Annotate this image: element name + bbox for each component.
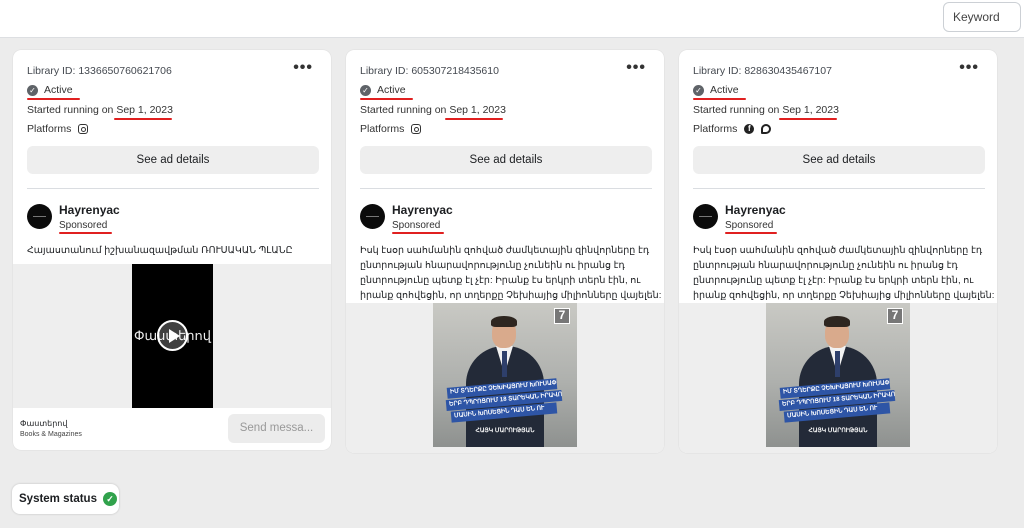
platforms-row: Platforms f: [693, 123, 772, 135]
status-row: ✓ Active: [360, 84, 406, 96]
start-date: Sep 1, 2023: [116, 104, 173, 116]
status-label: Active: [377, 84, 406, 96]
cta-subtitle: Books & Magazines: [20, 431, 82, 438]
play-icon[interactable]: [157, 320, 188, 351]
platforms-label: Platforms: [693, 123, 738, 135]
platforms-row: Platforms: [360, 123, 422, 135]
more-options-button[interactable]: •••: [959, 60, 979, 76]
cta-info: Փաստերով Books & Magazines: [20, 418, 82, 440]
facebook-icon: f: [744, 124, 755, 134]
red-annotation-underline: [392, 232, 444, 234]
divider: [693, 188, 985, 189]
messenger-icon: [761, 124, 772, 134]
ad-body-line: Իսկ էսօր սահմանին զոհված ժամկետային զինվ…: [693, 245, 983, 256]
see-ad-details-button[interactable]: See ad details: [360, 146, 652, 174]
status-row: ✓ Active: [693, 84, 739, 96]
person-tie: [835, 351, 840, 377]
ad-media: 7 ԻՄ ՏՂԵՐՔԸ ՉԵԽԻԱՅՈՒՄ ԽՈՒՍԱՓԵՑԻՆ ԵՆ, ԵՐԲ…: [679, 303, 997, 453]
sponsored-label: Sponsored: [392, 220, 441, 231]
system-status-label: System status: [19, 493, 97, 505]
ad-card: Library ID: 828630435467107 ••• ✓ Active…: [679, 50, 997, 453]
library-id: Library ID: 1336650760621706: [27, 65, 172, 77]
red-annotation-underline: [360, 98, 413, 100]
system-status-button[interactable]: System status ✓: [12, 484, 119, 514]
cta-title: Փաստերով: [20, 419, 68, 428]
page-name[interactable]: Hayrenyac: [59, 203, 120, 217]
platforms-label: Platforms: [360, 123, 405, 135]
red-annotation-underline: [445, 118, 503, 120]
page-name[interactable]: Hayrenyac: [725, 203, 786, 217]
start-label: Started running on: [360, 104, 450, 116]
instagram-icon: [78, 124, 89, 134]
ad-image[interactable]: 7 ԻՄ ՏՂԵՐՔԸ ՉԵԽԻԱՅՈՒՄ ԽՈՒՍԱՓԵՑԻՆ ԵՆ, ԵՐԲ…: [433, 303, 577, 447]
ad-body-line: ընտրությունը պետք էլ չէր: Իրանք էս երկրի…: [693, 275, 974, 286]
top-bar: [0, 0, 1024, 38]
platforms-row: Platforms: [27, 123, 89, 135]
keyword-search-input[interactable]: [943, 2, 1021, 32]
channel-logo: 7: [554, 308, 570, 324]
see-ad-details-button[interactable]: See ad details: [27, 146, 319, 174]
ad-media: Փաստերով: [13, 264, 331, 408]
ad-body-line: ընտրության հնարավորությունը չունեին ու ի…: [360, 260, 625, 271]
more-options-button[interactable]: •••: [626, 60, 646, 76]
ad-body-text: Հայաստանում իշխանազավթման ՌՈՒՍԱԿԱՆ ՊԼԱՆԸ: [27, 243, 293, 258]
ad-body-line: ընտրության հնարավորությունը չունեին ու ի…: [693, 260, 958, 271]
status-label: Active: [44, 84, 73, 96]
divider: [27, 188, 319, 189]
poster-caption: ՀԱՅԿ ՄԱՐՈՒԹՅԱՆ: [475, 428, 535, 434]
ad-card: Library ID: 605307218435610 ••• ✓ Active…: [346, 50, 664, 453]
red-annotation-underline: [114, 118, 172, 120]
start-date-row: Started running on Sep 1, 2023: [27, 104, 173, 116]
ad-body-text: Իսկ էսօր սահմանին զոհված ժամկետային զինվ…: [693, 243, 994, 303]
page-avatar[interactable]: [693, 204, 718, 229]
check-circle-icon: ✓: [360, 84, 371, 96]
red-annotation-underline: [27, 98, 80, 100]
check-circle-icon: ✓: [102, 492, 117, 506]
ad-card: Library ID: 1336650760621706 ••• ✓ Activ…: [13, 50, 331, 450]
person-hair: [824, 316, 850, 327]
ad-image[interactable]: 7 ԻՄ ՏՂԵՐՔԸ ՉԵԽԻԱՅՈՒՄ ԽՈՒՍԱՓԵՑԻՆ ԵՆ, ԵՐԲ…: [766, 303, 910, 447]
ad-body-line: Հայաստանում իշխանազավթման ՌՈՒՍԱԿԱՆ ՊԼԱՆԸ: [27, 245, 293, 256]
person-hair: [491, 316, 517, 327]
video-player[interactable]: Փաստերով: [132, 264, 213, 408]
ad-body-line: իրանք զոհվեցին, որ տղերքը Չեխիայից միլիո…: [360, 290, 662, 301]
red-annotation-underline: [725, 232, 777, 234]
ad-body-line: Իսկ էսօր սահմանին զոհված ժամկետային զինվ…: [360, 245, 650, 256]
ad-body-line: իրանք զոհվեցին, որ տղերքը Չեխիայից միլիո…: [693, 290, 995, 301]
ad-media: 7 ԻՄ ՏՂԵՐՔԸ ՉԵԽԻԱՅՈՒՄ ԽՈՒՍԱՓԵՑԻՆ ԵՆ, ԵՐԲ…: [346, 303, 664, 453]
sponsored-label: Sponsored: [725, 220, 774, 231]
ad-body-line: ընտրությունը պետք էլ չէր: Իրանք էս երկրի…: [360, 275, 641, 286]
start-date-row: Started running on Sep 1, 2023: [360, 104, 506, 116]
page-avatar[interactable]: [360, 204, 385, 229]
check-circle-icon: ✓: [693, 84, 704, 96]
status-label: Active: [710, 84, 739, 96]
ad-body-text: Իսկ էսօր սահմանին զոհված ժամկետային զինվ…: [360, 243, 661, 303]
page-name[interactable]: Hayrenyac: [392, 203, 453, 217]
library-id: Library ID: 605307218435610: [360, 65, 499, 77]
see-ad-details-button[interactable]: See ad details: [693, 146, 985, 174]
more-options-button[interactable]: •••: [293, 60, 313, 76]
instagram-icon: [411, 124, 422, 134]
channel-logo: 7: [887, 308, 903, 324]
divider: [360, 188, 652, 189]
status-row: ✓ Active: [27, 84, 73, 96]
send-message-button[interactable]: Send messa...: [228, 414, 325, 443]
start-label: Started running on: [27, 104, 117, 116]
sponsored-label: Sponsored: [59, 220, 108, 231]
platforms-label: Platforms: [27, 123, 72, 135]
start-date: Sep 1, 2023: [782, 104, 839, 116]
start-date: Sep 1, 2023: [449, 104, 506, 116]
page-avatar[interactable]: [27, 204, 52, 229]
red-annotation-underline: [59, 232, 112, 234]
library-id: Library ID: 828630435467107: [693, 65, 832, 77]
red-annotation-underline: [779, 118, 837, 120]
start-label: Started running on: [693, 104, 783, 116]
person-tie: [502, 351, 507, 377]
poster-caption: ՀԱՅԿ ՄԱՐՈՒԹՅԱՆ: [808, 428, 868, 434]
start-date-row: Started running on Sep 1, 2023: [693, 104, 839, 116]
red-annotation-underline: [693, 98, 746, 100]
check-circle-icon: ✓: [27, 84, 38, 96]
